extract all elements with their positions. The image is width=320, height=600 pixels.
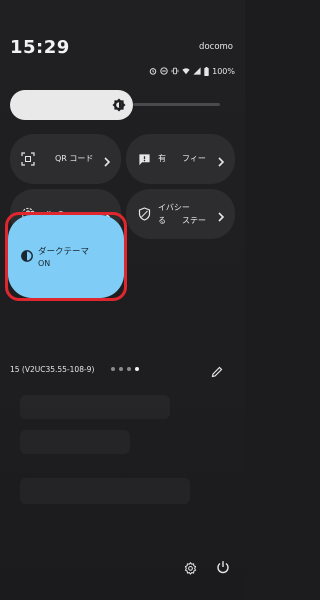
tile-dark-theme[interactable]: ダークテーマ ON — [8, 215, 124, 298]
blurred-background-shape — [20, 430, 130, 454]
chevron-right-icon — [103, 153, 111, 167]
chevron-right-icon — [217, 153, 225, 167]
brightness-slider[interactable] — [10, 90, 133, 120]
dnd-icon — [160, 67, 168, 75]
build-number[interactable]: 15 (V2UC35.55-108-9) — [10, 365, 94, 374]
feedback-icon — [137, 152, 151, 166]
signal-icon — [193, 67, 201, 75]
dark-theme-title: ダークテーマ — [38, 247, 90, 257]
brightness-track[interactable] — [133, 103, 220, 106]
page-dot — [127, 367, 131, 371]
alarm-icon — [149, 67, 157, 75]
tile-privacy[interactable]: イバシー る ステー — [126, 189, 235, 239]
power-icon[interactable] — [216, 559, 230, 574]
battery-percent: 100% — [212, 66, 235, 76]
blurred-background-shape — [20, 478, 190, 504]
qr-scanner-icon — [21, 152, 35, 166]
page-dot-active — [135, 367, 139, 371]
tile-qr-code[interactable]: QR コード — [10, 134, 121, 184]
status-icons: 100% — [149, 65, 235, 77]
tile-qr-label: QR コード — [55, 154, 94, 163]
edit-pencil-icon[interactable] — [211, 363, 223, 378]
privacy-shield-icon — [137, 207, 151, 221]
battery-icon — [204, 66, 209, 76]
dark-theme-state: ON — [38, 259, 51, 268]
tile-privacy-label-line2: る ステー — [158, 216, 206, 225]
page-indicator — [111, 367, 139, 371]
page-dot — [119, 367, 123, 371]
vibrate-icon — [171, 67, 179, 75]
chevron-right-icon — [217, 208, 225, 222]
clock: 15:29 — [10, 37, 70, 58]
tile-feedback-label: 有 フィー — [158, 154, 206, 163]
tile-feedback[interactable]: 有 フィー — [126, 134, 235, 184]
settings-gear-icon[interactable] — [184, 560, 197, 575]
dark-theme-icon — [20, 248, 34, 262]
carrier-name: docomo — [199, 42, 233, 52]
page-dot — [111, 367, 115, 371]
tile-privacy-label-line1: イバシー — [158, 203, 190, 212]
blurred-background-shape — [20, 395, 170, 419]
brightness-icon — [111, 97, 127, 113]
wifi-icon — [182, 67, 190, 75]
